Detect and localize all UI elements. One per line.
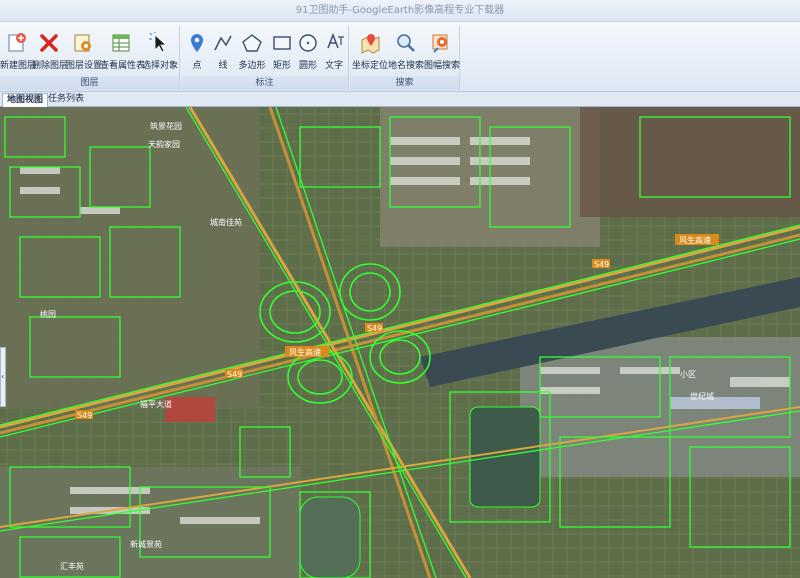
place-label-8: 新城景苑 <box>130 539 162 549</box>
satellite-map[interactable]: 风生高速 风生高速 S49 S49 S49 S49 筑景花园 天韵家园 城南佳苑… <box>0 107 800 578</box>
polygon-icon <box>242 34 262 52</box>
sheet-search-label: 图幅搜索 <box>424 61 461 71</box>
map-pin-icon <box>191 34 203 52</box>
collapse-arrow-icon: ‹ <box>1 372 5 381</box>
place-search-label: 地名搜索 <box>388 61 425 71</box>
cursor-icon <box>149 32 168 53</box>
road-label-s49-2: S49 <box>227 370 242 379</box>
tab-map-view[interactable]: 地图视图 <box>2 93 49 107</box>
point-button[interactable]: 点 <box>185 32 209 71</box>
line-label: 线 <box>218 61 228 71</box>
circle-label: 圆形 <box>298 61 317 71</box>
ribbon-group-annotation-caption: 标注 <box>181 76 348 90</box>
rectangle-button[interactable]: 矩形 <box>269 32 295 71</box>
red-roof-building <box>165 397 215 422</box>
ribbon-group-layers: 新建图层 删除图层 图层设置 查看属性表 选择对象 图层 <box>0 26 180 90</box>
map-view[interactable]: 风生高速 风生高速 S49 S49 S49 S49 筑景花园 天韵家园 城南佳苑… <box>0 107 800 578</box>
point-label: 点 <box>192 61 202 71</box>
road-label-s49-4: S49 <box>594 260 609 269</box>
window-title: 91卫图助手-GoogleEarth影像高程专业下载器 <box>0 0 800 22</box>
road-label-s49-3: S49 <box>367 324 382 333</box>
place-label-9: 汇丰苑 <box>60 561 84 571</box>
ribbon-group-annotation: 点 线 多边形 矩形 圆形 文字 标注 <box>181 26 349 90</box>
place-search-button[interactable]: 地名搜索 <box>388 32 425 71</box>
locate-pin-icon <box>361 34 380 54</box>
globe-search-icon <box>432 34 448 53</box>
coordinate-locate-label: 坐标定位 <box>352 61 389 71</box>
road-label-s49-1: S49 <box>77 411 92 420</box>
stadium-field <box>469 406 541 508</box>
app-window: 91卫图助手-GoogleEarth影像高程专业下载器 新建图层 删除图层 图层… <box>0 0 800 578</box>
circle-button[interactable]: 圆形 <box>295 32 321 71</box>
place-label-3: 城南佳苑 <box>210 217 242 227</box>
polygon-button[interactable]: 多边形 <box>237 32 267 71</box>
delete-icon <box>40 34 58 52</box>
ribbon-group-search-caption: 搜索 <box>350 76 459 90</box>
magnifier-icon <box>397 34 415 52</box>
delete-layer-label: 删除图层 <box>32 61 69 71</box>
urban-area-west <box>0 107 260 407</box>
layer-settings-icon <box>74 34 91 52</box>
layer-settings-label: 图层设置 <box>66 61 103 71</box>
table-icon <box>112 34 130 52</box>
new-layer-icon <box>8 33 26 52</box>
coordinate-locate-button[interactable]: 坐标定位 <box>352 32 389 71</box>
ribbon-group-search: 坐标定位 地名搜索 图幅搜索 搜索 <box>350 26 460 90</box>
tab-task-list[interactable]: 任务列表 <box>44 93 88 107</box>
polygon-label: 多边形 <box>238 61 266 71</box>
stadium-track <box>299 496 361 578</box>
circle-icon <box>299 34 317 52</box>
view-tabs: 地图视图 任务列表 <box>0 92 800 107</box>
select-object-button[interactable]: 选择对象 <box>142 32 179 71</box>
place-label-6: 小区 <box>680 370 696 379</box>
select-object-label: 选择对象 <box>142 61 179 71</box>
text-icon <box>327 32 344 49</box>
ribbon-group-layers-caption: 图层 <box>0 76 179 90</box>
view-attribute-table-label: 查看属性表 <box>100 61 146 71</box>
ribbon: 新建图层 删除图层 图层设置 查看属性表 选择对象 图层 点 线 多边形 矩形 … <box>0 22 800 92</box>
polyline-icon <box>214 35 232 51</box>
panel-collapse-handle[interactable]: ‹ <box>0 347 6 407</box>
urban-area-northeast <box>580 107 800 217</box>
place-label-2: 天韵家园 <box>148 139 180 149</box>
road-label-fengsheng-1: 风生高速 <box>289 347 321 357</box>
rectangle-icon <box>273 36 291 50</box>
rectangle-label: 矩形 <box>272 61 291 71</box>
place-label-4: 福平大道 <box>140 399 172 409</box>
road-label-fengsheng-2: 风生高速 <box>679 235 711 245</box>
view-attribute-table-button[interactable]: 查看属性表 <box>100 32 146 71</box>
sheet-search-button[interactable]: 图幅搜索 <box>424 32 461 71</box>
text-label: 文字 <box>324 61 343 71</box>
line-button[interactable]: 线 <box>211 32 235 71</box>
place-label-7: 世纪城 <box>690 391 714 401</box>
layer-settings-button[interactable]: 图层设置 <box>66 32 103 71</box>
place-label-1: 筑景花园 <box>150 121 182 131</box>
place-label-5: 桃园 <box>40 309 56 319</box>
text-button[interactable]: 文字 <box>321 32 347 71</box>
new-layer-label: 新建图层 <box>0 61 37 71</box>
new-layer-button[interactable]: 新建图层 <box>0 32 37 71</box>
delete-layer-button[interactable]: 删除图层 <box>32 32 69 71</box>
